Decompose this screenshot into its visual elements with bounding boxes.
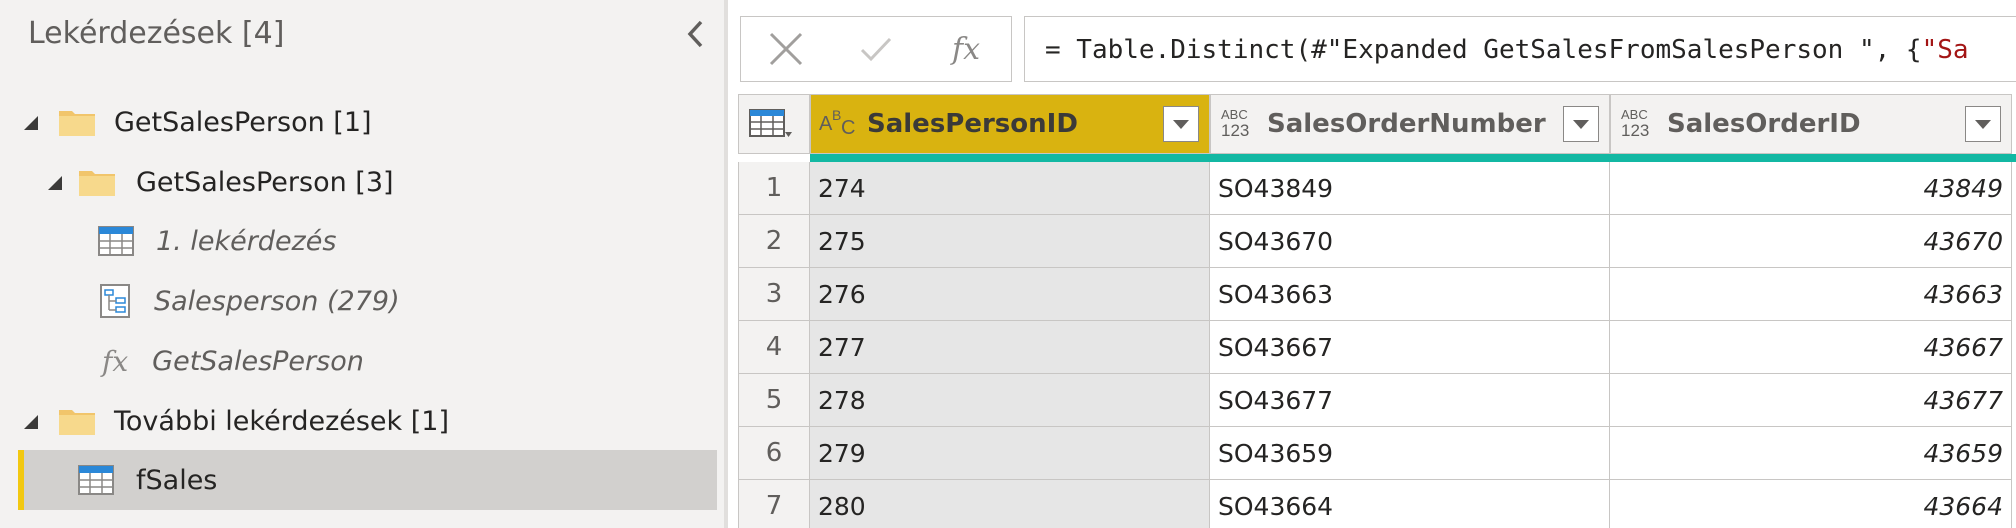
tree-label: GetSalesPerson [1]: [114, 106, 372, 138]
folder-icon: [59, 111, 95, 136]
column-name: SalesOrderNumber: [1267, 109, 1546, 139]
function-icon: fx: [102, 344, 129, 378]
cell-salesordernumber[interactable]: SO43677: [1210, 374, 1610, 427]
expand-caret-icon[interactable]: [44, 172, 64, 192]
tree-label: Salesperson (279): [154, 285, 400, 317]
column-header-salesordernumber[interactable]: ABC 123 SalesOrderNumber: [1210, 94, 1610, 154]
selected-row-accent: [18, 450, 24, 510]
cell-salesorderid[interactable]: 43667: [1610, 321, 2012, 374]
insert-function-button[interactable]: fx: [921, 17, 1011, 81]
type-icon-glyph: ABC: [1221, 107, 1248, 122]
cell-salesorderid[interactable]: 43663: [1610, 268, 2012, 321]
folder-icon: [59, 410, 95, 435]
table-icon: [78, 465, 114, 495]
tree-label: GetSalesPerson: [152, 345, 364, 377]
filter-dropdown-button[interactable]: [1163, 106, 1199, 142]
queries-pane: Lekérdezések [4] GetSalesPerson [1] GetS…: [0, 0, 724, 528]
text-type-icon[interactable]: A B C: [819, 107, 855, 141]
cell-salesorderid[interactable]: 43659: [1610, 427, 2012, 480]
cell-salesordernumber[interactable]: SO43670: [1210, 215, 1610, 268]
cell-salesordernumber[interactable]: SO43849: [1210, 162, 1610, 215]
cell-salesordernumber[interactable]: SO43663: [1210, 268, 1610, 321]
tree-parameter-salesperson[interactable]: Salesperson (279): [100, 272, 400, 330]
fx-icon: fx: [951, 31, 981, 67]
cell-salespersonid[interactable]: 280: [810, 480, 1210, 528]
tree-folder-getsalesperson-3[interactable]: GetSalesPerson [3]: [44, 153, 394, 211]
tree-label: fSales: [136, 464, 218, 496]
column-name: SalesPersonID: [867, 109, 1078, 139]
data-grid: A B C SalesPersonID ABC 123 SalesOrderNu…: [738, 94, 2016, 528]
type-icon-glyph: ABC: [1621, 107, 1648, 122]
cell-salespersonid[interactable]: 274: [810, 162, 1210, 215]
parameter-icon: [100, 284, 130, 318]
tree-label: 1. lekérdezés: [156, 225, 337, 257]
cell-salesorderid[interactable]: 43664: [1610, 480, 2012, 528]
cell-salesorderid[interactable]: 43849: [1610, 162, 2012, 215]
table-menu-button[interactable]: [738, 94, 810, 154]
type-icon-glyph: C: [841, 117, 856, 139]
column-name: SalesOrderID: [1667, 109, 1861, 139]
filter-dropdown-button[interactable]: [1965, 106, 2001, 142]
cell-salespersonid[interactable]: 275: [810, 215, 1210, 268]
column-header-salesorderid[interactable]: ABC 123 SalesOrderID: [1610, 94, 2012, 154]
type-icon-glyph: 123: [1621, 121, 1650, 140]
close-icon: [769, 32, 803, 66]
cell-salesorderid[interactable]: 43670: [1610, 215, 2012, 268]
row-number[interactable]: 7: [738, 480, 810, 528]
checkmark-icon: [860, 37, 892, 62]
confirm-formula-button[interactable]: [831, 17, 921, 81]
formula-input[interactable]: = Table.Distinct(#"Expanded GetSalesFrom…: [1024, 16, 2016, 82]
type-icon-glyph: B: [832, 107, 842, 123]
row-number[interactable]: 4: [738, 321, 810, 374]
formula-bar-buttons: fx: [740, 16, 1012, 82]
chevron-left-icon: [687, 20, 703, 48]
filter-dropdown-button[interactable]: [1563, 106, 1599, 142]
tree-label: GetSalesPerson [3]: [136, 166, 394, 198]
table-menu-icon: [749, 109, 792, 137]
any-type-icon[interactable]: ABC 123: [1619, 107, 1655, 141]
row-number[interactable]: 1: [738, 162, 810, 215]
collapse-pane-button[interactable]: [680, 16, 712, 52]
cell-salespersonid[interactable]: 277: [810, 321, 1210, 374]
cell-salesordernumber[interactable]: SO43659: [1210, 427, 1610, 480]
tree-folder-tovabbi[interactable]: További lekérdezések [1]: [20, 392, 449, 450]
tree-query-fsales[interactable]: fSales: [78, 451, 217, 509]
pane-splitter[interactable]: [724, 0, 728, 528]
formula-string-text: "Sa: [1921, 35, 1969, 65]
cell-salesorderid[interactable]: 43677: [1610, 374, 2012, 427]
type-icon-glyph: A: [819, 113, 833, 135]
row-number[interactable]: 6: [738, 427, 810, 480]
cell-salespersonid[interactable]: 279: [810, 427, 1210, 480]
row-number[interactable]: 2: [738, 215, 810, 268]
cell-salespersonid[interactable]: 278: [810, 374, 1210, 427]
any-type-icon[interactable]: ABC 123: [1219, 107, 1255, 141]
cell-salespersonid[interactable]: 276: [810, 268, 1210, 321]
expand-caret-icon[interactable]: [20, 112, 40, 132]
table-icon: [98, 226, 134, 256]
column-header-salespersonid[interactable]: A B C SalesPersonID: [810, 94, 1210, 154]
row-number[interactable]: 5: [738, 374, 810, 427]
cancel-formula-button[interactable]: [741, 17, 831, 81]
folder-icon: [79, 171, 115, 196]
tree-query-1-lekerdezes[interactable]: 1. lekérdezés: [98, 212, 336, 270]
cell-salesordernumber[interactable]: SO43664: [1210, 480, 1610, 528]
expand-caret-icon[interactable]: [20, 411, 40, 431]
tree-function-getsalesperson[interactable]: fx GetSalesPerson: [102, 332, 364, 390]
type-icon-glyph: 123: [1221, 121, 1250, 140]
tree-folder-getsalesperson-1[interactable]: GetSalesPerson [1]: [20, 93, 372, 151]
queries-pane-title: Lekérdezések [4]: [28, 16, 285, 51]
tree-label: További lekérdezések [1]: [114, 405, 450, 437]
formula-text: = Table.Distinct(#"Expanded GetSalesFrom…: [1045, 35, 1922, 65]
column-quality-bar: [810, 154, 2016, 162]
row-number[interactable]: 3: [738, 268, 810, 321]
cell-salesordernumber[interactable]: SO43667: [1210, 321, 1610, 374]
